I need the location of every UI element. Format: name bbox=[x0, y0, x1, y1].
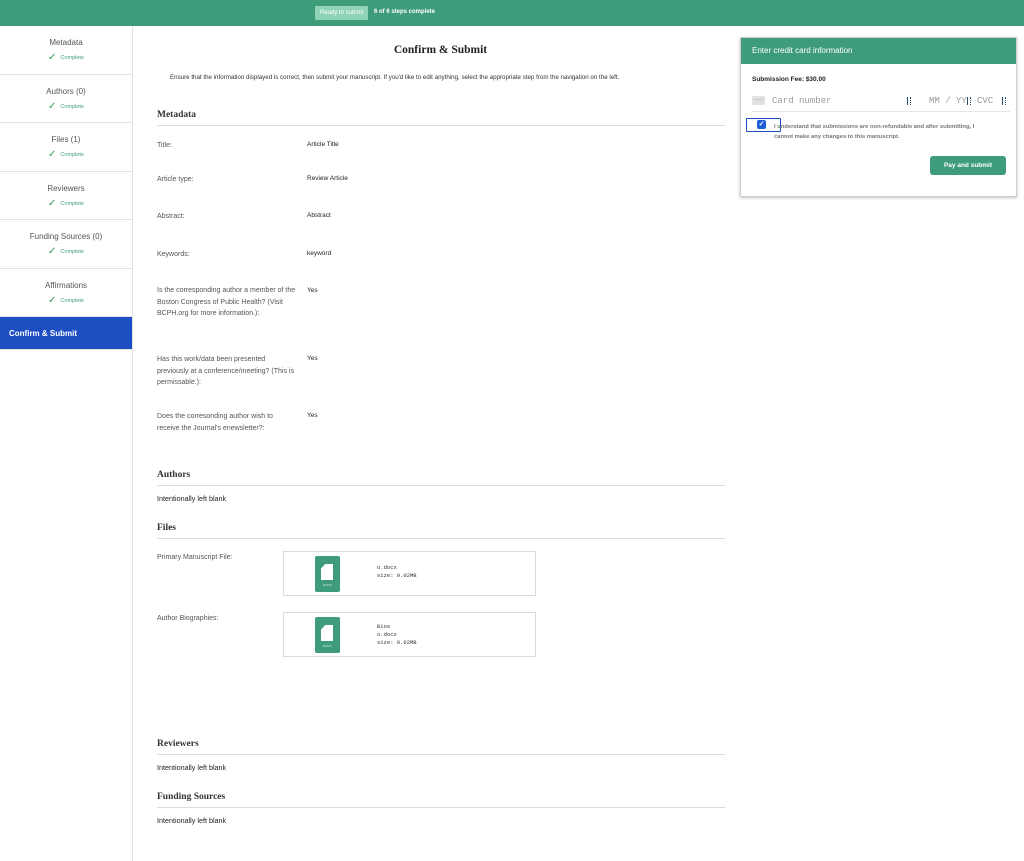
intro-text: Ensure that the information displayed is… bbox=[170, 74, 620, 81]
metadata-heading: Metadata bbox=[157, 110, 725, 126]
card-number-input[interactable]: Card number bbox=[772, 96, 831, 106]
payment-header: Enter credit card information bbox=[741, 38, 1016, 64]
sidebar-item-label: Metadata bbox=[49, 38, 83, 47]
pay-and-submit-button[interactable]: Pay and submit bbox=[930, 156, 1006, 175]
agree-checkbox[interactable]: ✓ bbox=[757, 120, 766, 129]
cvc-input[interactable]: CVC bbox=[977, 96, 993, 106]
field-label-keywords: Keywords: bbox=[157, 251, 190, 258]
funding-blank-text: Intentionally left blank bbox=[157, 816, 227, 825]
file-info: o.docx size: 0.02MB bbox=[377, 564, 417, 580]
funding-sources-heading: Funding Sources bbox=[157, 792, 725, 808]
sidebar-item-label: Authors (0) bbox=[46, 86, 86, 96]
file-size: size: 0.02MB bbox=[377, 572, 417, 579]
field-value-enewsletter: Yes bbox=[307, 412, 318, 419]
ready-to-submit-badge: Ready to submit bbox=[315, 6, 369, 20]
sidebar-item-files[interactable]: Files (1) ✓ Complete bbox=[0, 123, 132, 172]
top-status-bar: Ready to submit 6 of 6 steps complete bbox=[0, 0, 1024, 26]
document-icon: DOCX bbox=[315, 556, 340, 592]
field-value-keywords: keyword bbox=[307, 250, 332, 257]
submission-fee: Submission Fee: $30.00 bbox=[752, 76, 826, 83]
card-input-row[interactable]: Card number MM / YY CVC bbox=[752, 92, 1010, 112]
expiry-input[interactable]: MM / YY bbox=[929, 96, 967, 106]
steps-complete-text: 6 of 6 steps complete bbox=[374, 9, 436, 15]
check-icon: ✓ bbox=[48, 149, 57, 160]
sidebar-item-affirmations[interactable]: Affirmations ✓ Complete bbox=[0, 269, 132, 317]
file-name: o.docx bbox=[377, 564, 397, 571]
page-title: Confirm & Submit bbox=[393, 44, 488, 56]
agree-label: I understand that submissions are non-re… bbox=[774, 124, 975, 140]
reviewers-blank-text: Intentionally left blank bbox=[157, 763, 227, 772]
field-value-presented-previously: Yes bbox=[307, 355, 318, 362]
check-icon: ✓ bbox=[48, 294, 57, 306]
sidebar-item-label: Affirmations bbox=[44, 280, 88, 290]
checkmark-icon: ✓ bbox=[758, 121, 765, 128]
check-icon: ✓ bbox=[48, 100, 57, 112]
field-value-abstract: Abstract bbox=[307, 212, 331, 219]
sidebar-item-reviewers[interactable]: Reviewers ✓ Complete bbox=[0, 172, 132, 220]
field-label-article-type: Article type: bbox=[157, 176, 194, 183]
file-name: o.docx bbox=[377, 631, 397, 638]
authors-blank-text: Intentionally left blank bbox=[157, 494, 227, 503]
status-complete: ✓ Complete bbox=[48, 52, 84, 63]
file-card-manuscript[interactable]: DOCX o.docx size: 0.02MB bbox=[283, 551, 536, 596]
field-label-abstract: Abstract: bbox=[157, 213, 185, 220]
file-info: Bios o.docx size: 0.02MB bbox=[377, 623, 417, 647]
status-complete: ✓ Complete bbox=[48, 246, 84, 257]
sidebar-item-label: Files (1) bbox=[51, 135, 81, 144]
payment-panel: Enter credit card information Submission… bbox=[740, 37, 1017, 197]
reviewers-heading: Reviewers bbox=[157, 739, 725, 755]
field-separator-icon bbox=[967, 97, 971, 105]
status-complete: ✓ Complete bbox=[48, 149, 84, 160]
status-complete: ✓ Complete bbox=[48, 294, 84, 306]
check-icon: ✓ bbox=[48, 52, 57, 63]
field-separator-icon bbox=[1002, 97, 1006, 105]
sidebar-item-label: Confirm & Submit bbox=[9, 329, 77, 338]
field-label-presented-previously: Has this work/data been presented previo… bbox=[157, 356, 294, 386]
field-value-title: Article Title bbox=[307, 141, 339, 148]
sidebar-item-label: Reviewers bbox=[47, 183, 85, 193]
authors-heading: Authors bbox=[157, 470, 725, 486]
field-label-bcph-member: Is the corresponding author a member of … bbox=[157, 287, 296, 317]
status-complete: ✓ Complete bbox=[48, 197, 84, 209]
field-label-title: Title: bbox=[157, 142, 172, 149]
sidebar-item-authors[interactable]: Authors (0) ✓ Complete bbox=[0, 75, 132, 123]
field-value-bcph-member: Yes bbox=[307, 287, 318, 294]
file-size: size: 0.02MB bbox=[377, 639, 417, 646]
field-value-article-type: Review Article bbox=[307, 175, 348, 182]
sidebar-item-metadata[interactable]: Metadata ✓ Complete bbox=[0, 26, 132, 75]
check-icon: ✓ bbox=[48, 197, 57, 209]
document-icon: DOCX bbox=[315, 617, 340, 653]
field-label-primary-manuscript: Primary Manuscript File: bbox=[157, 554, 233, 561]
files-heading: Files bbox=[157, 523, 725, 539]
credit-card-icon bbox=[752, 96, 765, 105]
sidebar-item-funding-sources[interactable]: Funding Sources (0) ✓ Complete bbox=[0, 220, 132, 269]
file-title: Bios bbox=[377, 623, 391, 630]
field-separator-icon bbox=[907, 97, 911, 105]
status-complete: ✓ Complete bbox=[48, 100, 84, 112]
sidebar-item-label: Funding Sources (0) bbox=[29, 232, 103, 241]
field-label-author-biographies: Author Biographies: bbox=[157, 615, 219, 622]
file-card-biographies[interactable]: DOCX Bios o.docx size: 0.02MB bbox=[283, 612, 536, 657]
sidebar-item-confirm-submit[interactable]: Confirm & Submit bbox=[0, 317, 132, 350]
check-icon: ✓ bbox=[48, 246, 57, 257]
steps-sidebar: Metadata ✓ Complete Authors (0) ✓ Complete… bbox=[0, 26, 133, 861]
field-label-enewsletter: Does the corresonding author wish to rec… bbox=[157, 413, 273, 432]
